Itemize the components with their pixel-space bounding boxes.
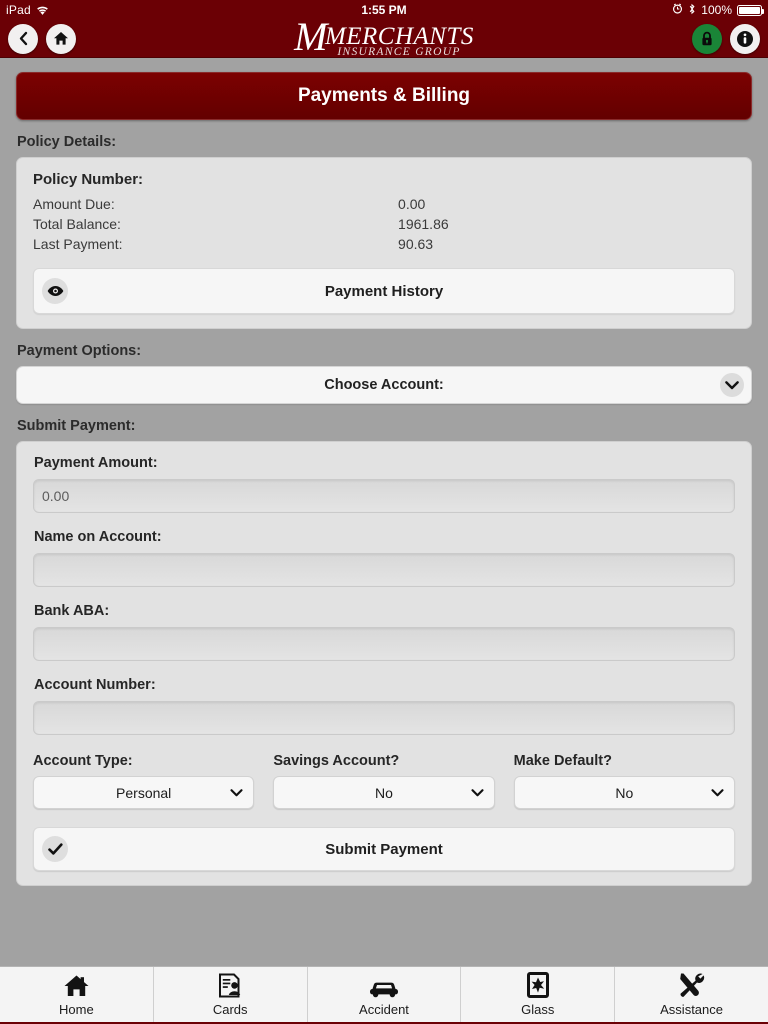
battery-percent-label: 100% (701, 3, 732, 17)
total-balance-value: 1961.86 (398, 216, 449, 232)
brand-name: MERCHANTS (324, 23, 474, 50)
bank-aba-label: Bank ABA: (34, 603, 110, 619)
eye-icon (42, 278, 68, 304)
navbar-left-buttons (8, 23, 76, 54)
brand-wordmark: M MERCHANTS (294, 14, 474, 59)
total-balance-label: Total Balance: (33, 216, 121, 232)
ios-status-bar: iPad 1:55 PM 100% (0, 0, 768, 20)
brand-initial: M (294, 14, 328, 59)
page-content: Payments & Billing Policy Details: Polic… (0, 58, 768, 966)
tab-glass-label: Glass (521, 1002, 555, 1017)
account-type-group: Account Type: Personal (33, 753, 255, 809)
account-number-label: Account Number: (34, 677, 156, 693)
chevron-down-icon (230, 788, 243, 797)
choose-account-label: Choose Account: (324, 377, 444, 393)
last-payment-label: Last Payment: (33, 236, 123, 252)
wifi-icon (36, 5, 49, 16)
payment-amount-input[interactable]: 0.00 (33, 479, 735, 513)
status-bar-time: 1:55 PM (361, 3, 407, 17)
bottom-tab-bar: Home Cards Accident Glass Assistance (0, 966, 768, 1024)
alarm-clock-icon (672, 3, 683, 17)
bank-aba-input[interactable] (33, 627, 735, 661)
payment-history-button[interactable]: Payment History (33, 268, 735, 314)
broken-window-icon (526, 972, 549, 998)
payment-history-label: Payment History (324, 282, 444, 300)
device-name: iPad (6, 3, 31, 17)
account-number-input[interactable] (33, 701, 735, 735)
amount-due-value: 0.00 (398, 196, 426, 212)
choose-account-select[interactable]: Choose Account: (16, 366, 752, 404)
savings-account-select[interactable]: No (273, 776, 495, 809)
policy-number-label: Policy Number: (33, 171, 144, 188)
savings-account-group: Savings Account? No (273, 753, 495, 809)
tab-accident[interactable]: Accident (308, 967, 462, 1022)
name-on-account-label: Name on Account: (34, 529, 162, 545)
navbar-right-buttons (692, 23, 760, 54)
chevron-down-icon (720, 373, 744, 397)
chevron-left-icon (17, 31, 30, 46)
chevron-down-icon (471, 788, 484, 797)
payment-options-section-label: Payment Options: (17, 343, 142, 359)
account-options-row: Account Type: Personal Savings Account? … (33, 753, 735, 809)
make-default-group: Make Default? No (513, 753, 735, 809)
page-title: Payments & Billing (16, 72, 752, 120)
policy-details-card: Policy Number: Amount Due: 0.00 Total Ba… (16, 157, 752, 329)
make-default-label: Make Default? (513, 753, 612, 769)
status-bar-left: iPad (6, 3, 49, 17)
make-default-value: No (615, 784, 634, 801)
tab-cards[interactable]: Cards (154, 967, 308, 1022)
account-type-label: Account Type: (33, 753, 133, 769)
submit-payment-button-label: Submit Payment (325, 840, 443, 858)
submit-payment-button[interactable]: Submit Payment (33, 827, 735, 871)
checkmark-icon (42, 836, 68, 862)
payment-amount-label: Payment Amount: (34, 455, 158, 471)
app-navbar: M MERCHANTS INSURANCE GROUP (0, 14, 768, 59)
home-button[interactable] (46, 23, 76, 54)
last-payment-value: 90.63 (398, 236, 434, 252)
tab-glass[interactable]: Glass (461, 967, 616, 1022)
make-default-select[interactable]: No (513, 776, 735, 809)
bluetooth-icon (688, 3, 696, 18)
policy-detail-row: Total Balance: 1961.86 (33, 214, 735, 234)
tab-accident-label: Accident (359, 1002, 409, 1017)
savings-account-value: No (375, 784, 393, 801)
secure-lock-button[interactable] (692, 23, 722, 54)
policy-detail-row: Amount Due: 0.00 (33, 194, 735, 214)
tools-icon (678, 972, 705, 998)
tab-assistance[interactable]: Assistance (615, 967, 768, 1022)
account-type-select[interactable]: Personal (33, 776, 255, 809)
submit-payment-card: Payment Amount: 0.00 Name on Account: Ba… (16, 441, 752, 886)
tab-home-label: Home (59, 1002, 94, 1017)
savings-account-label: Savings Account? (273, 753, 400, 769)
account-type-value: Personal (116, 784, 172, 801)
submit-payment-section-label: Submit Payment: (17, 418, 136, 434)
amount-due-label: Amount Due: (33, 196, 115, 212)
app-screen: iPad 1:55 PM 100% M MERCHANTS INSURANCE … (0, 0, 768, 1024)
home-icon (63, 972, 90, 998)
brand-tagline: INSURANCE GROUP (337, 46, 461, 58)
chevron-down-icon (711, 788, 724, 797)
policy-details-section-label: Policy Details: (17, 134, 117, 150)
tab-home[interactable]: Home (0, 967, 154, 1022)
status-bar-right: 100% (672, 3, 764, 18)
home-icon (53, 31, 69, 46)
policy-detail-row: Last Payment: 90.63 (33, 234, 735, 254)
lock-icon (700, 31, 714, 47)
back-button[interactable] (8, 23, 38, 54)
info-icon (736, 30, 754, 48)
brand-logo: M MERCHANTS INSURANCE GROUP (0, 14, 768, 59)
payment-amount-value: 0.00 (42, 488, 70, 504)
name-on-account-input[interactable] (33, 553, 735, 587)
tab-assistance-label: Assistance (660, 1002, 724, 1017)
battery-full-icon (737, 4, 764, 16)
id-card-icon (218, 972, 242, 998)
info-button[interactable] (730, 23, 760, 54)
tab-cards-label: Cards (212, 1002, 248, 1017)
car-icon (368, 972, 400, 998)
